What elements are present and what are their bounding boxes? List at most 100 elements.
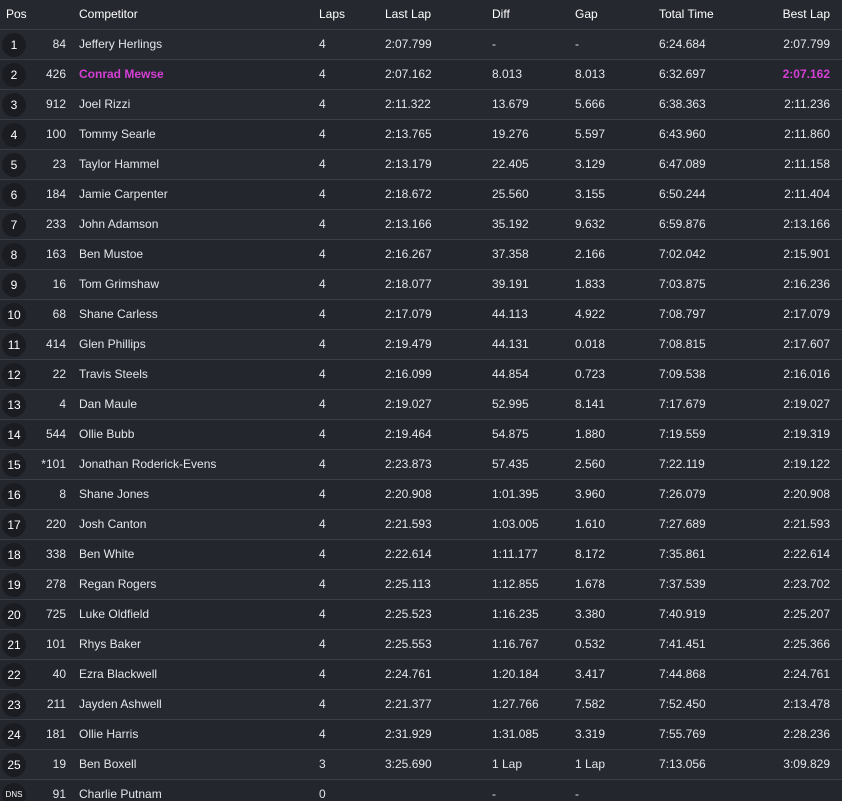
diff-value: 1:12.855 bbox=[492, 577, 539, 591]
competitor-name[interactable]: Joel Rizzi bbox=[79, 97, 130, 111]
total-time-value: 6:38.363 bbox=[659, 97, 706, 111]
gap-value: 2.166 bbox=[575, 247, 606, 261]
competitor-name[interactable]: Ben Mustoe bbox=[79, 247, 143, 261]
competitor-name[interactable]: Ollie Harris bbox=[79, 727, 138, 741]
diff-value: 52.995 bbox=[492, 397, 529, 411]
competitor-name[interactable]: Shane Jones bbox=[79, 487, 149, 501]
total-time-value: 7:08.815 bbox=[659, 337, 706, 351]
last-lap-value: 2:16.267 bbox=[385, 247, 432, 261]
competitor-name[interactable]: Rhys Baker bbox=[79, 637, 141, 651]
laps-value: 4 bbox=[319, 157, 326, 171]
competitor-name[interactable]: Tommy Searle bbox=[79, 127, 156, 141]
competitor-name[interactable]: Taylor Hammel bbox=[79, 157, 159, 171]
competitor-name[interactable]: Jayden Ashwell bbox=[79, 697, 162, 711]
last-lap-value: 2:07.799 bbox=[385, 37, 432, 51]
rider-number: 16 bbox=[52, 277, 66, 291]
diff-value: 1:01.395 bbox=[492, 487, 539, 501]
diff-value: 57.435 bbox=[492, 457, 529, 471]
gap-value: 3.960 bbox=[575, 487, 606, 501]
laps-value: 4 bbox=[319, 397, 326, 411]
last-lap-value: 2:19.479 bbox=[385, 337, 432, 351]
table-row: 10 68 Shane Carless 4 2:17.079 44.113 4.922 7:0… bbox=[0, 299, 842, 329]
header-last-lap: Last Lap bbox=[385, 7, 432, 21]
last-lap-value: 2:17.079 bbox=[385, 307, 432, 321]
best-lap-value: 2:22.614 bbox=[783, 547, 830, 561]
total-time-value: 7:22.119 bbox=[659, 457, 705, 471]
rider-number: 426 bbox=[45, 67, 66, 81]
table-row: 20 725 Luke Oldfield 4 2:25.523 1:16.235 3.380… bbox=[0, 599, 842, 629]
laps-value: 4 bbox=[319, 667, 326, 681]
table-row: 4 100 Tommy Searle 4 2:13.765 19.276 5.597 6:43… bbox=[0, 119, 842, 149]
competitor-name[interactable]: Glen Phillips bbox=[79, 337, 146, 351]
diff-value: 22.405 bbox=[492, 157, 529, 171]
last-lap-value: 2:20.908 bbox=[385, 487, 432, 501]
total-time-value: 7:08.797 bbox=[659, 307, 706, 321]
table-row: 11 414 Glen Phillips 4 2:19.479 44.131 0.018 7:… bbox=[0, 329, 842, 359]
table-row: 1 84 Jeffery Herlings 4 2:07.799- -6:24.684 2:… bbox=[0, 29, 842, 59]
total-time-value: 7:40.919 bbox=[659, 607, 706, 621]
best-lap-value: 2:11.236 bbox=[784, 97, 830, 111]
gap-value: 1.678 bbox=[575, 577, 606, 591]
competitor-name[interactable]: Travis Steels bbox=[79, 367, 148, 381]
last-lap-value: 2:25.523 bbox=[385, 607, 432, 621]
competitor-name[interactable]: Ben White bbox=[79, 547, 134, 561]
rider-number: 40 bbox=[52, 667, 66, 681]
competitor-name[interactable]: Ezra Blackwell bbox=[79, 667, 157, 681]
total-time-value: 7:55.769 bbox=[659, 727, 706, 741]
competitor-name[interactable]: Shane Carless bbox=[79, 307, 158, 321]
competitor-name[interactable]: Tom Grimshaw bbox=[79, 277, 159, 291]
competitor-name[interactable]: Jeffery Herlings bbox=[79, 37, 162, 51]
rider-number: 544 bbox=[45, 427, 66, 441]
competitor-name[interactable]: Jamie Carpenter bbox=[79, 187, 168, 201]
best-lap-value: 2:16.236 bbox=[783, 277, 830, 291]
diff-value: 44.854 bbox=[492, 367, 529, 381]
competitor-name[interactable]: Josh Canton bbox=[79, 517, 146, 531]
laps-value: 4 bbox=[319, 337, 326, 351]
laps-value: 4 bbox=[319, 187, 326, 201]
competitor-name[interactable]: Jonathan Roderick-Evens bbox=[79, 457, 216, 471]
gap-value: 5.666 bbox=[575, 97, 606, 111]
total-time-value: 6:47.089 bbox=[659, 157, 706, 171]
diff-value: - bbox=[492, 787, 496, 801]
laps-value: 4 bbox=[319, 697, 326, 711]
competitor-name[interactable]: Regan Rogers bbox=[79, 577, 156, 591]
gap-value: 1.880 bbox=[575, 427, 606, 441]
total-time-value: 7:03.875 bbox=[659, 277, 706, 291]
table-row: 22 40 Ezra Blackwell 4 2:24.761 1:20.184 3.417… bbox=[0, 659, 842, 689]
competitor-name[interactable]: Conrad Mewse bbox=[79, 67, 164, 81]
rider-number: 233 bbox=[45, 217, 66, 231]
header-best-lap: Best Lap bbox=[782, 7, 830, 21]
competitor-name[interactable]: Ollie Bubb bbox=[79, 427, 134, 441]
diff-value: 37.358 bbox=[492, 247, 529, 261]
laps-value: 4 bbox=[319, 37, 326, 51]
total-time-value: 6:24.684 bbox=[659, 37, 706, 51]
last-lap-value: 2:19.027 bbox=[385, 397, 432, 411]
diff-value: 13.679 bbox=[492, 97, 529, 111]
diff-value: 1:16.235 bbox=[492, 607, 539, 621]
competitor-name[interactable]: John Adamson bbox=[79, 217, 158, 231]
competitor-name[interactable]: Ben Boxell bbox=[79, 757, 136, 771]
best-lap-value: 2:25.366 bbox=[783, 637, 830, 651]
rider-number: 22 bbox=[52, 367, 66, 381]
rider-number: 211 bbox=[46, 697, 66, 711]
total-time-value: 7:19.559 bbox=[659, 427, 706, 441]
last-lap-value: 2:11.322 bbox=[385, 97, 431, 111]
competitor-name[interactable]: Luke Oldfield bbox=[79, 607, 149, 621]
last-lap-value: 2:25.553 bbox=[385, 637, 432, 651]
gap-value: 3.319 bbox=[575, 727, 606, 741]
rider-number: 91 bbox=[52, 787, 66, 801]
best-lap-value: 2:16.016 bbox=[783, 367, 830, 381]
gap-value: 3.380 bbox=[575, 607, 606, 621]
diff-value: 8.013 bbox=[492, 67, 523, 81]
diff-value: 44.131 bbox=[492, 337, 529, 351]
competitor-name[interactable]: Charlie Putnam bbox=[79, 787, 162, 801]
total-time-value: 7:27.689 bbox=[659, 517, 706, 531]
best-lap-value: 3:09.829 bbox=[783, 757, 830, 771]
laps-value: 0 bbox=[319, 787, 326, 801]
competitor-name[interactable]: Dan Maule bbox=[79, 397, 137, 411]
rider-number: 100 bbox=[45, 127, 66, 141]
table-row: 19 278 Regan Rogers 4 2:25.113 1:12.855 1.678 7… bbox=[0, 569, 842, 599]
best-lap-value: 2:17.079 bbox=[783, 307, 830, 321]
rider-number: 68 bbox=[52, 307, 66, 321]
header-gap: Gap bbox=[575, 7, 598, 21]
